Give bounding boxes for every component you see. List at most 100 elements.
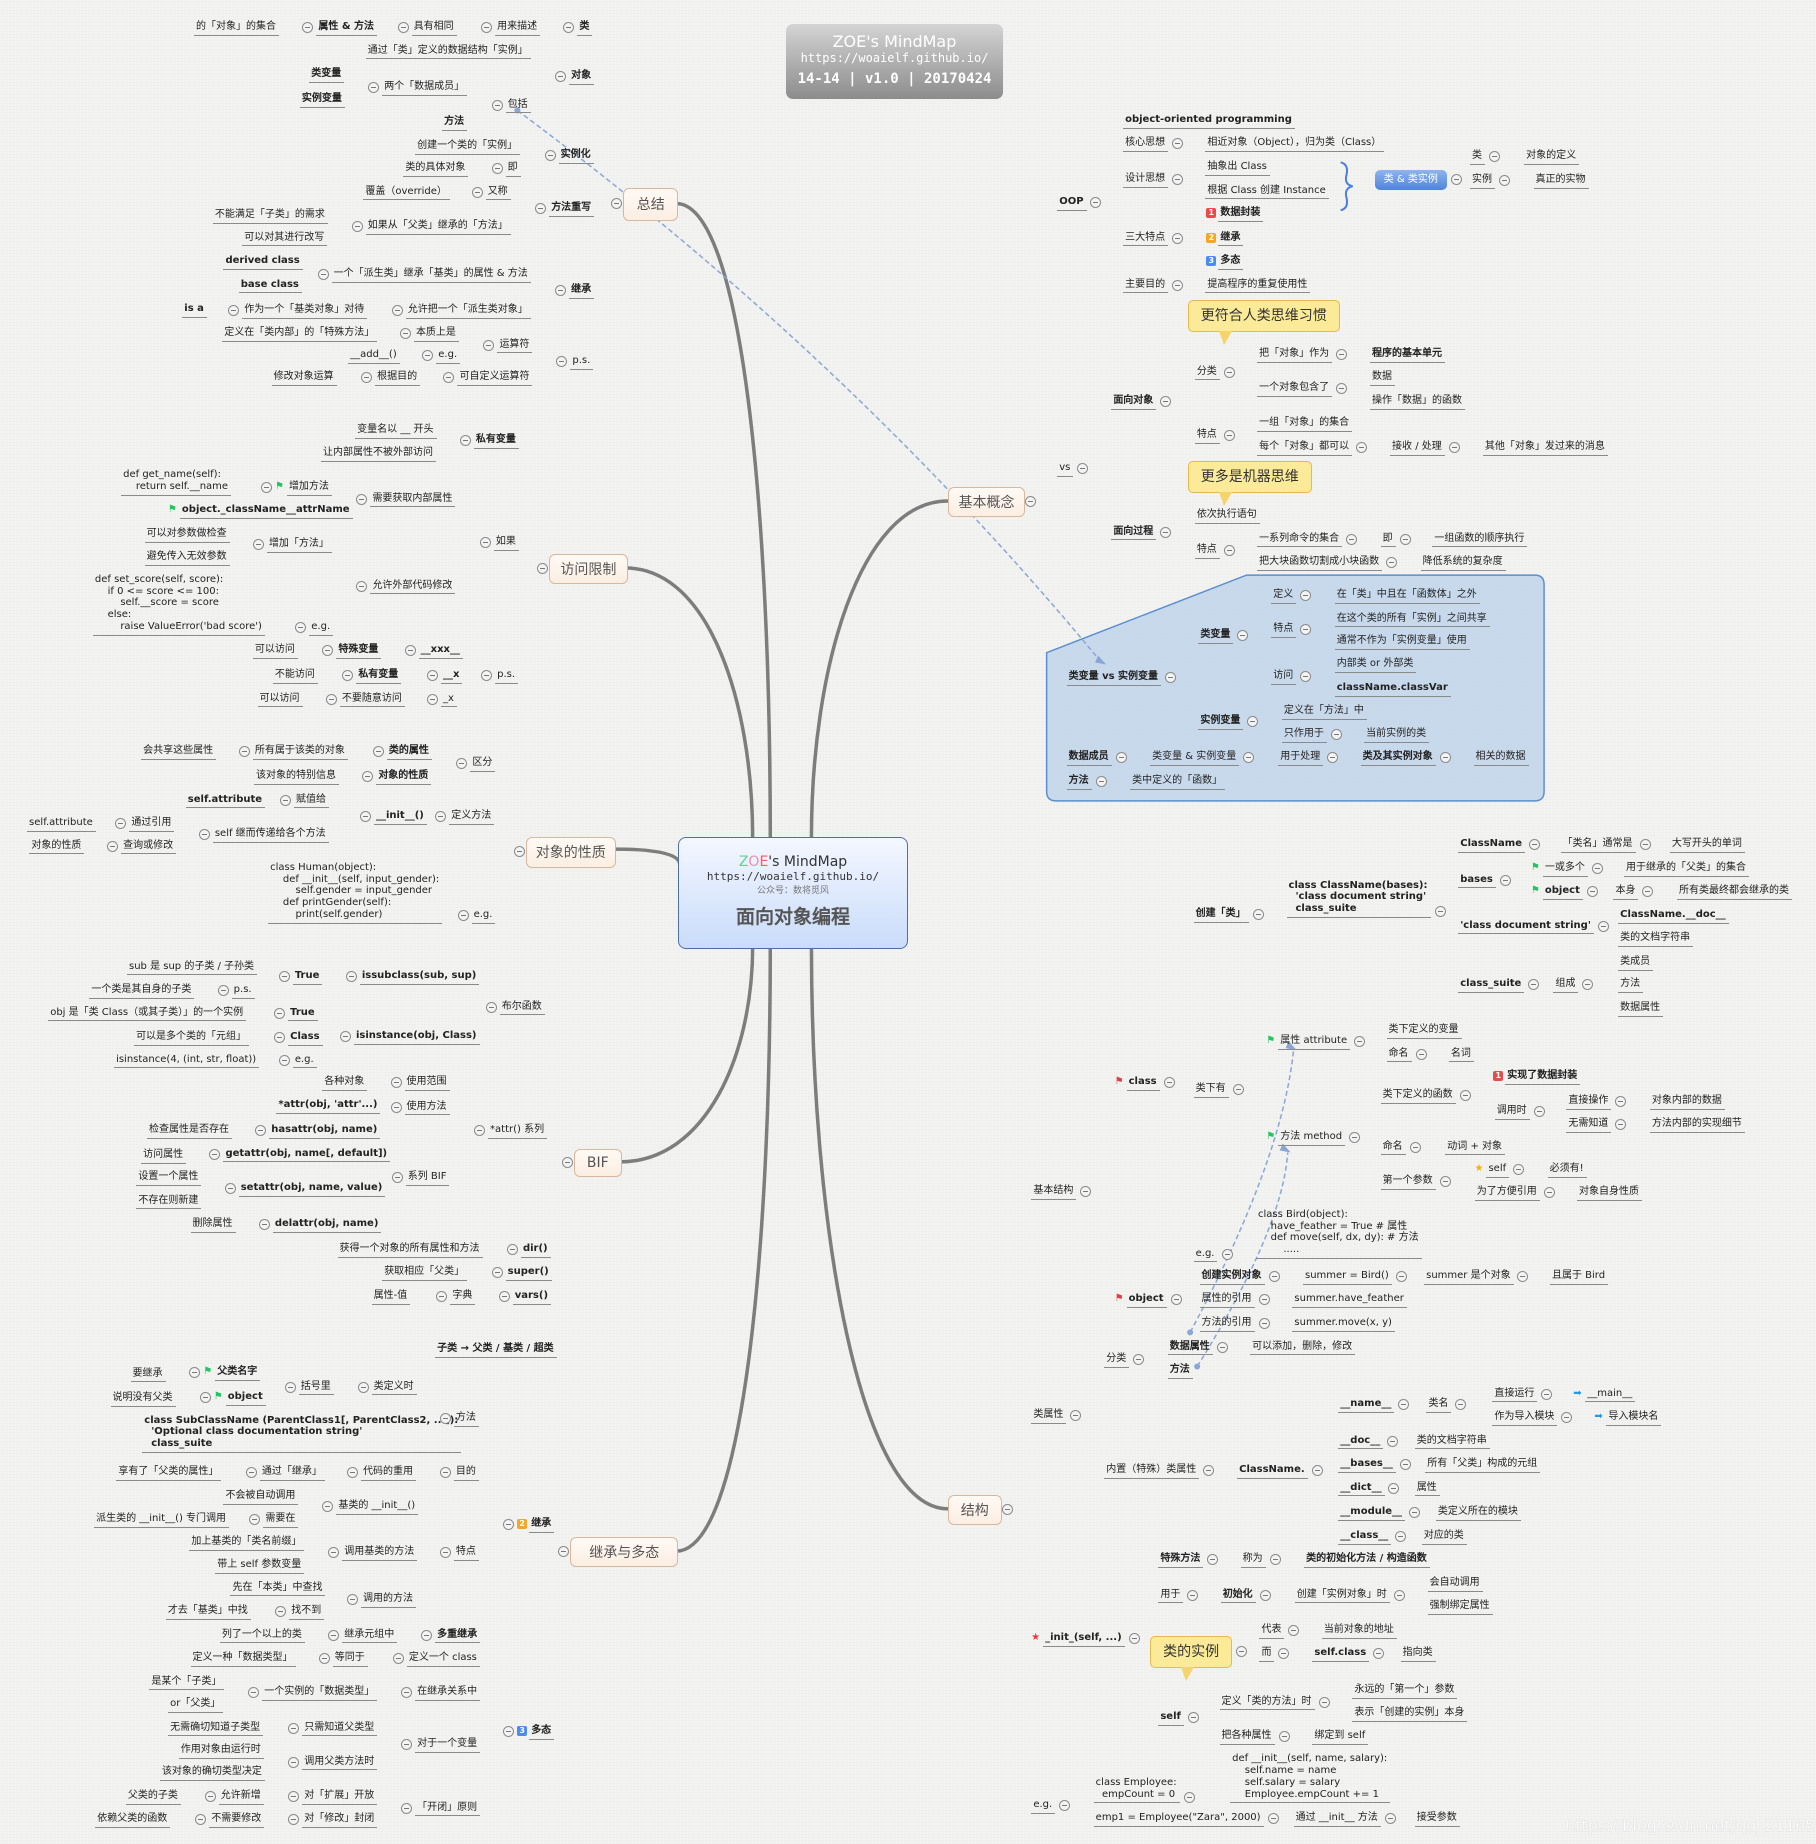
mindmap-node[interactable]: bases	[1458, 874, 1496, 889]
mindmap-node[interactable]: 实现了数据封装	[1505, 1070, 1581, 1085]
collapse-toggle[interactable]	[1384, 1813, 1396, 1825]
collapse-toggle[interactable]	[345, 971, 357, 983]
mindmap-node[interactable]: 通过「继承」	[259, 1466, 325, 1482]
collapse-toggle[interactable]	[288, 1790, 300, 1802]
mindmap-node[interactable]: issubclass(sub, sup)	[359, 970, 480, 985]
mindmap-node[interactable]: 特点	[1194, 544, 1220, 560]
mindmap-node[interactable]: 使用方法	[404, 1101, 450, 1116]
collapse-toggle[interactable]	[1223, 430, 1235, 442]
mindmap-node[interactable]: 操作「数据」的函数	[1370, 395, 1466, 410]
mindmap-node[interactable]: 父类的子类	[125, 1790, 181, 1805]
mindmap-node[interactable]: 调用父类方法时	[302, 1756, 378, 1771]
mindmap-node[interactable]: self.attribute	[27, 817, 96, 832]
collapse-toggle[interactable]	[288, 1722, 300, 1734]
code-snippet-node[interactable]: class SubClassName (ParentClass1[, Paren…	[142, 1415, 462, 1453]
collapse-toggle[interactable]	[107, 840, 119, 852]
code-snippet-node[interactable]: def get_name(self): return self.__name	[121, 469, 232, 496]
collapse-toggle[interactable]	[491, 99, 503, 111]
mindmap-node[interactable]: 继承	[1218, 232, 1244, 247]
mindmap-node[interactable]: 指向类	[1400, 1647, 1436, 1663]
mindmap-node[interactable]: 类下定义的函数	[1380, 1089, 1456, 1104]
collapse-toggle[interactable]	[274, 1007, 286, 1019]
mindmap-node[interactable]: 括号里	[298, 1381, 334, 1396]
mindmap-node[interactable]: 即	[1380, 533, 1396, 548]
mindmap-node[interactable]: 布尔函数	[499, 1001, 545, 1016]
mindmap-node[interactable]: p.s.	[495, 669, 519, 684]
collapse-toggle[interactable]	[1252, 908, 1264, 920]
mindmap-node[interactable]: 第一个参数	[1380, 1175, 1436, 1190]
mindmap-node[interactable]: 类的属性	[386, 745, 432, 761]
mindmap-node[interactable]: 定义方法	[449, 810, 495, 825]
mindmap-node[interactable]: object	[1542, 885, 1583, 901]
collapse-toggle[interactable]	[483, 339, 495, 351]
mindmap-node[interactable]: 方法重写	[549, 202, 595, 217]
mindmap-node[interactable]: 运算符	[497, 339, 533, 354]
mindmap-node[interactable]: 增加「方法」	[266, 538, 332, 554]
collapse-toggle[interactable]	[1115, 752, 1127, 764]
mindmap-node[interactable]: vars()	[512, 1290, 552, 1305]
collapse-toggle[interactable]	[278, 971, 290, 983]
mindmap-node[interactable]: *attr() 系列	[488, 1124, 548, 1139]
collapse-toggle[interactable]	[351, 220, 363, 232]
mindmap-node[interactable]: ClassName	[1458, 838, 1525, 854]
mindmap-node[interactable]: True	[288, 1007, 318, 1022]
callout-node[interactable]: 更符合人类思维习惯	[1187, 300, 1340, 346]
collapse-toggle[interactable]	[1533, 1106, 1545, 1118]
mindmap-node[interactable]: 在「类」中且在「函数体」之外	[1334, 589, 1480, 604]
mindmap-node[interactable]: 当前实例的类	[1364, 728, 1430, 743]
collapse-toggle[interactable]	[278, 1054, 290, 1066]
mindmap-node[interactable]: 系列 BIF	[405, 1171, 450, 1186]
collapse-toggle[interactable]	[357, 1381, 369, 1393]
mindmap-node[interactable]: __x	[441, 669, 463, 684]
mindmap-node[interactable]: 查询或修改	[121, 840, 177, 855]
mindmap-node[interactable]: 创建「类」	[1193, 908, 1249, 923]
mindmap-node[interactable]: 且属于 Bird	[1549, 1270, 1609, 1285]
collapse-toggle[interactable]	[392, 1653, 404, 1665]
mindmap-node[interactable]: 设计思想	[1123, 173, 1169, 188]
mindmap-node[interactable]: 代表	[1259, 1624, 1285, 1639]
mindmap-node[interactable]: 删除属性	[190, 1218, 236, 1233]
mindmap-node[interactable]: 真正的实物	[1533, 174, 1589, 189]
mindmap-node[interactable]: vs	[1057, 462, 1074, 477]
mindmap-node[interactable]: class	[1126, 1076, 1160, 1091]
mindmap-node[interactable]: 是某个「子类」	[149, 1676, 225, 1691]
code-snippet-node[interactable]: class Employee: empCount = 0	[1093, 1777, 1180, 1804]
mindmap-node[interactable]: 特点	[1194, 429, 1220, 444]
mindmap-node[interactable]: 数据成员	[1066, 751, 1112, 767]
collapse-toggle[interactable]	[1439, 752, 1451, 764]
mindmap-node[interactable]: 会共享这些属性	[141, 745, 217, 761]
mindmap-node[interactable]: 'class document string'	[1458, 920, 1594, 935]
mindmap-node[interactable]: 对象的性质	[29, 840, 85, 855]
collapse-toggle[interactable]	[1269, 1554, 1281, 1566]
collapse-toggle[interactable]	[1409, 1141, 1421, 1153]
mindmap-node[interactable]: *attr(obj, 'attr'...)	[276, 1099, 381, 1115]
mindmap-node[interactable]: emp1 = Employee("Zara", 2000)	[1093, 1812, 1264, 1827]
mindmap-node[interactable]: 实例变量	[1198, 715, 1244, 730]
mindmap-node[interactable]: 数据封装	[1218, 207, 1264, 222]
topic-6[interactable]: 基本概念	[947, 486, 1026, 518]
mindmap-node[interactable]: 各种对象	[322, 1076, 368, 1091]
mindmap-node[interactable]: 把大块函数切割成小块函数	[1257, 556, 1383, 571]
mindmap-node[interactable]: 定义在「方法」中	[1281, 705, 1367, 721]
mindmap-node[interactable]: object	[225, 1391, 266, 1406]
mindmap-node[interactable]: self.class	[1312, 1647, 1370, 1663]
mindmap-node[interactable]: _init_(self, ...)	[1043, 1632, 1125, 1647]
mindmap-node[interactable]: 对象	[569, 70, 595, 86]
mindmap-node[interactable]: 方法	[1066, 775, 1092, 790]
mindmap-node[interactable]: 每个「对象」都可以	[1257, 441, 1353, 456]
collapse-toggle[interactable]	[1459, 1089, 1471, 1101]
mindmap-node[interactable]: summer.have_feather	[1292, 1293, 1407, 1309]
mindmap-node[interactable]: 通过「类」定义的数据结构「实例」	[365, 45, 531, 60]
collapse-toggle[interactable]	[1164, 672, 1176, 684]
mindmap-node[interactable]: 初始化	[1220, 1589, 1256, 1604]
mindmap-node[interactable]: obj 是「类 Class（或其子类）」的一个实例	[48, 1007, 247, 1022]
collapse-toggle[interactable]	[471, 186, 483, 198]
mindmap-node[interactable]: 不要随意访问	[339, 693, 405, 708]
mindmap-node[interactable]: 要继承	[130, 1368, 166, 1383]
mindmap-node[interactable]: p.s.	[231, 984, 255, 999]
collapse-toggle[interactable]	[479, 537, 491, 549]
mindmap-node[interactable]: 方法 method	[1278, 1131, 1346, 1146]
summary-node[interactable]: 类 & 类实例	[1374, 169, 1447, 190]
mindmap-node[interactable]: 所有类最终都会继承的类	[1676, 885, 1792, 901]
mindmap-node[interactable]: 表示「创建的实例」本身	[1352, 1707, 1468, 1723]
